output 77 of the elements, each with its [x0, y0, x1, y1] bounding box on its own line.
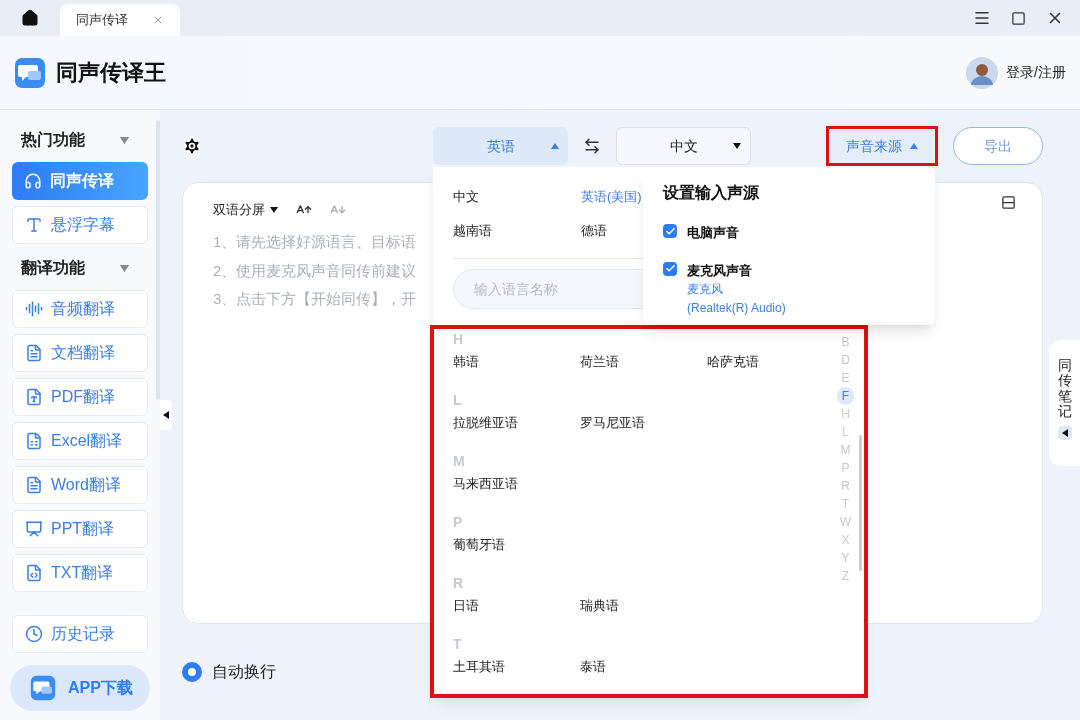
language-option[interactable]: 哈萨克语 [707, 353, 759, 371]
language-option[interactable]: 越南语 [453, 220, 492, 240]
target-language-dropdown[interactable]: 中文 [616, 127, 751, 165]
language-option[interactable]: 荷兰语 [580, 353, 619, 371]
word-file-icon [25, 476, 43, 494]
checkbox-label: 电脑声音 [687, 224, 739, 242]
export-button[interactable]: 导出 [953, 127, 1043, 165]
language-option[interactable]: 德语 [581, 220, 607, 240]
language-option[interactable]: 马来西亚语 [453, 475, 518, 493]
language-option[interactable]: 韩语 [453, 353, 479, 371]
menu-title: 设置输入声源 [663, 183, 760, 203]
text-file-icon [25, 564, 43, 582]
settings-icon[interactable] [182, 136, 202, 156]
checkbox[interactable] [663, 224, 677, 238]
letter-heading: R [453, 575, 464, 591]
pdf-file-icon [25, 388, 43, 406]
source-language-dropdown[interactable]: 英语 [433, 127, 568, 165]
avatar-icon[interactable] [966, 56, 999, 89]
sidebar-item[interactable]: PDF翻译 [12, 378, 148, 416]
letter-heading: H [453, 331, 464, 347]
collapse-handle[interactable] [160, 400, 172, 430]
radio-label: 自动换行 [212, 662, 276, 682]
section-title: 翻译功能 [21, 258, 85, 278]
hint-text: 3、点击下方【开始同传】，开 [213, 289, 417, 309]
spreadsheet-icon [25, 432, 43, 450]
scrollbar[interactable] [859, 435, 862, 571]
letter-heading: T [453, 636, 462, 652]
login-link[interactable]: 登录/注册 [1006, 62, 1066, 83]
split-view-icon[interactable] [1001, 195, 1016, 210]
sidebar-item[interactable]: 同声传译 [12, 162, 148, 200]
index-letter[interactable]: F [837, 387, 854, 405]
view-mode-dropdown[interactable]: 双语分屏 [213, 200, 278, 220]
sidebar-item[interactable]: 音频翻译 [12, 290, 148, 328]
letter-heading: P [453, 514, 463, 530]
headphones-icon [24, 172, 42, 190]
checkbox[interactable] [663, 261, 677, 276]
letter-heading: L [453, 392, 462, 408]
language-option[interactable]: 日语 [453, 597, 479, 615]
presentation-icon [25, 520, 43, 538]
language-option[interactable]: 中文 [453, 187, 479, 207]
text-box-icon [25, 216, 43, 234]
home-icon[interactable] [21, 9, 39, 27]
device-name: 麦克风 [687, 281, 724, 298]
maximize-icon[interactable] [1011, 10, 1026, 26]
section-title: 热门功能 [21, 130, 85, 150]
hint-text: 1、请先选择好源语言、目标语 [213, 232, 417, 252]
sidebar-item[interactable]: TXT翻译 [12, 554, 148, 592]
language-option[interactable]: 罗马尼亚语 [580, 414, 645, 432]
sidebar-item[interactable]: Excel翻译 [12, 422, 148, 460]
swap-icon[interactable] [583, 137, 601, 155]
sidebar-item[interactable]: 悬浮字幕 [12, 206, 148, 244]
notes-side-tab[interactable]: 同传笔记 [1049, 340, 1080, 466]
letter-heading: M [453, 453, 465, 469]
caret-icon [270, 207, 278, 213]
tab[interactable]: 同声传译 [60, 4, 180, 36]
language-option[interactable]: 拉脱维亚语 [453, 414, 518, 432]
app-logo-icon [30, 675, 56, 701]
document-icon [25, 344, 43, 362]
app-title: 同声传译王 [56, 59, 166, 87]
expand-icon[interactable] [1057, 425, 1072, 440]
sidebar-item[interactable]: 文档翻译 [12, 334, 148, 372]
sound-source-button[interactable]: 声音来源 [830, 130, 934, 162]
language-option[interactable]: 葡萄牙语 [453, 536, 505, 554]
language-option[interactable]: 英语(美国) [581, 187, 642, 207]
menu-icon[interactable] [973, 9, 991, 27]
radio-button[interactable] [182, 662, 202, 682]
audio-icon [25, 300, 43, 318]
clock-icon [25, 625, 43, 643]
language-option[interactable]: 土耳其语 [453, 658, 505, 676]
history-button[interactable]: 历史记录 [12, 615, 148, 653]
language-option[interactable]: 瑞典语 [580, 597, 619, 615]
sidebar-item[interactable]: PPT翻译 [12, 510, 148, 548]
app-download-button[interactable]: APP下载 [10, 665, 150, 711]
language-option[interactable]: 泰语 [580, 658, 606, 676]
hint-text: 2、使用麦克风声音同传前建议 [213, 260, 417, 281]
app-logo-icon [14, 56, 46, 89]
sidebar-item[interactable]: Word翻译 [12, 466, 148, 504]
